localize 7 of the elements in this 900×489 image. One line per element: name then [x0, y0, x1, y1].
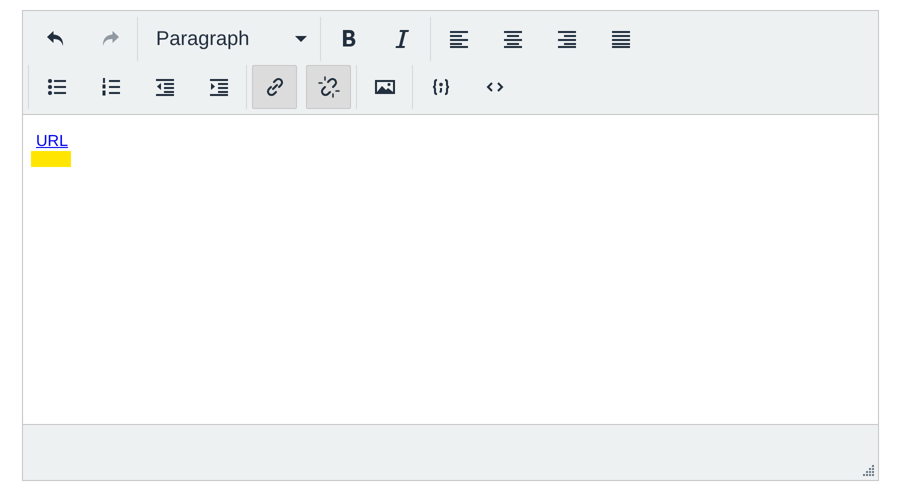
caret-icon	[295, 36, 307, 42]
unlink-button[interactable]	[306, 65, 351, 109]
link-button[interactable]	[252, 65, 297, 109]
resize-handle-icon[interactable]	[863, 465, 874, 476]
format-dropdown[interactable]: Paragraph	[143, 17, 315, 61]
url-link[interactable]: URL	[36, 133, 68, 151]
broken-link-icon	[316, 75, 340, 99]
